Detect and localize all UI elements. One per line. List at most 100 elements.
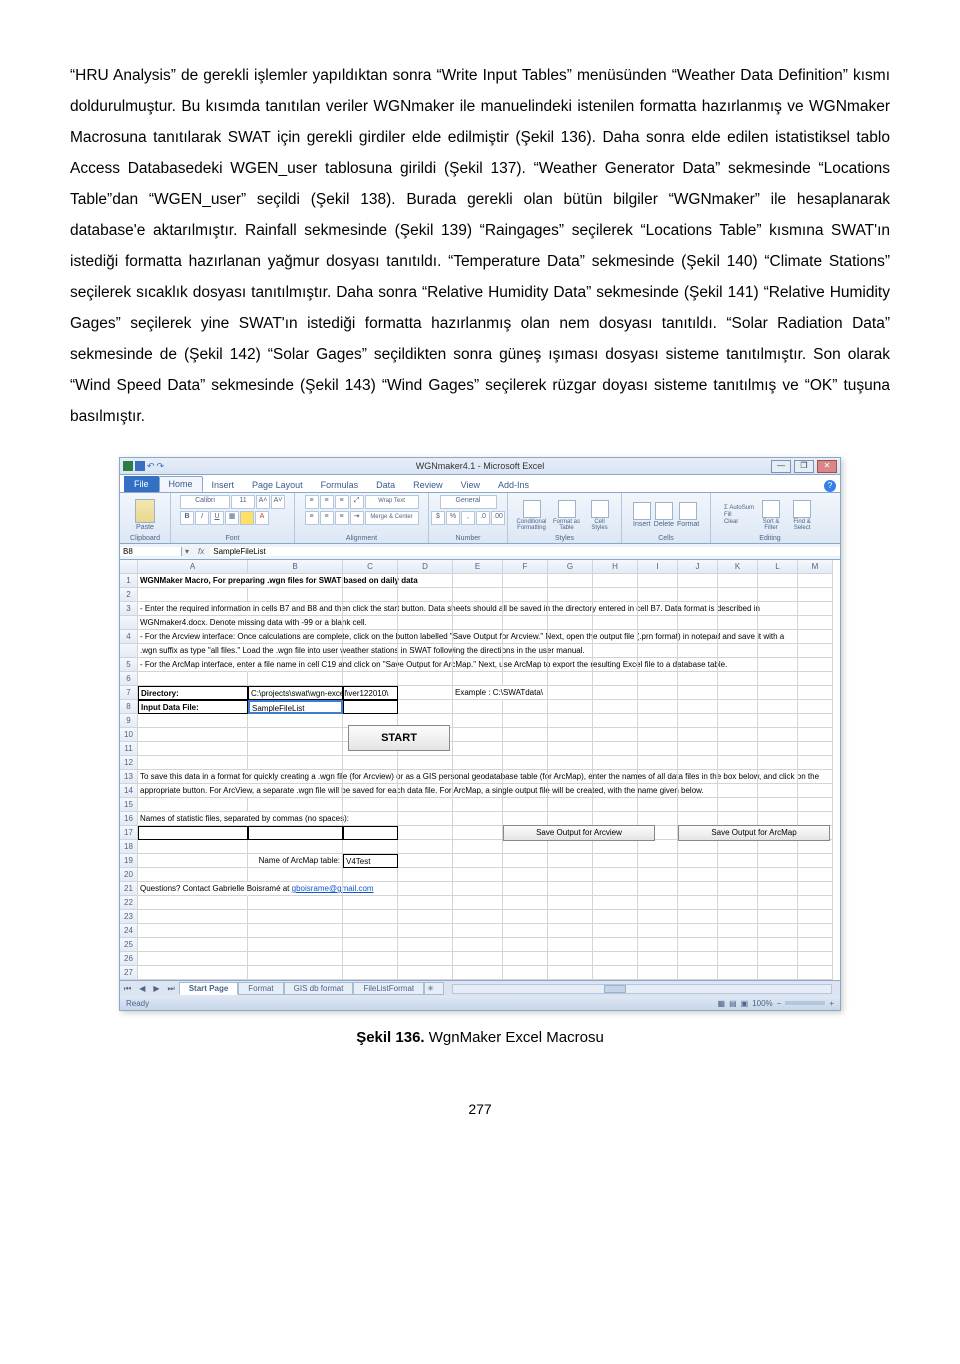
wrap-text-button[interactable]: Wrap Text	[365, 495, 419, 509]
align-right-icon[interactable]: ≡	[335, 511, 349, 525]
fx-icon[interactable]: fx	[192, 547, 210, 556]
col-header[interactable]: G	[548, 560, 593, 574]
sheet-nav-next-icon[interactable]: ▶	[149, 984, 163, 993]
sheet-tab-gis[interactable]: GIS db format	[284, 982, 354, 995]
row-header[interactable]: 7	[120, 686, 138, 700]
cell[interactable]: Names of statistic files, separated by c…	[138, 812, 248, 826]
cell[interactable]: - Enter the required information in cell…	[138, 602, 248, 616]
sheet-tab-format[interactable]: Format	[238, 982, 283, 995]
view-break-icon[interactable]: ▣	[741, 999, 749, 1008]
row-header[interactable]: 4	[120, 630, 138, 644]
indent-icon[interactable]: ⇥	[350, 511, 364, 525]
percent-icon[interactable]: %	[446, 511, 460, 525]
row-header[interactable]: 21	[120, 882, 138, 896]
cell[interactable]: - For the ArcMap interface, enter a file…	[138, 658, 248, 672]
dec-decimal-icon[interactable]: .00	[491, 511, 505, 525]
cell-contact[interactable]: Questions? Contact Gabrielle Boisramé at…	[138, 882, 248, 896]
tab-home[interactable]: Home	[159, 476, 203, 492]
minimize-button[interactable]: —	[771, 460, 791, 473]
cell-styles-icon[interactable]	[591, 500, 609, 518]
decrease-font-icon[interactable]: A˅	[271, 495, 285, 509]
merge-center-button[interactable]: Merge & Center	[365, 511, 419, 525]
row-header[interactable]: 17	[120, 826, 138, 840]
tab-file[interactable]: File	[124, 476, 159, 492]
col-header[interactable]: K	[718, 560, 758, 574]
font-color-icon[interactable]: A	[255, 511, 269, 525]
cell-input-file-label[interactable]: Input Data File:	[138, 700, 248, 714]
select-all-corner[interactable]	[120, 560, 138, 574]
sheet-nav-first-icon[interactable]: ⏮	[120, 984, 135, 994]
orientation-icon[interactable]: ⤢	[350, 495, 364, 509]
col-header[interactable]: C	[343, 560, 398, 574]
zoom-slider[interactable]	[785, 1001, 825, 1005]
cell[interactable]: To save this data in a format for quickl…	[138, 770, 248, 784]
name-dropdown-icon[interactable]: ▾	[182, 547, 192, 556]
align-top-icon[interactable]: ≡	[305, 495, 319, 509]
align-mid-icon[interactable]: ≡	[320, 495, 334, 509]
row-header[interactable]: 24	[120, 924, 138, 938]
tab-formulas[interactable]: Formulas	[312, 478, 368, 492]
row-header[interactable]: 9	[120, 714, 138, 728]
cell-arcmap-value[interactable]: V4Test	[343, 854, 398, 868]
currency-icon[interactable]: $	[431, 511, 445, 525]
delete-cells-icon[interactable]	[655, 502, 673, 520]
tab-addins[interactable]: Add-Ins	[489, 478, 538, 492]
row-header[interactable]	[120, 616, 138, 630]
tab-insert[interactable]: Insert	[203, 478, 244, 492]
tab-view[interactable]: View	[452, 478, 489, 492]
zoom-out-icon[interactable]: −	[777, 999, 782, 1008]
col-header[interactable]: A	[138, 560, 248, 574]
cell[interactable]: WGNmaker4.docx. Denote missing data with…	[138, 616, 248, 630]
col-header[interactable]: B	[248, 560, 343, 574]
save-icon[interactable]	[135, 461, 145, 471]
row-header[interactable]: 11	[120, 742, 138, 756]
view-layout-icon[interactable]: ▤	[729, 999, 737, 1008]
border-icon[interactable]: ▦	[225, 511, 239, 525]
cell-input-file-value[interactable]: SampleFileList	[248, 700, 343, 714]
cell[interactable]: - For the Arcview interface: Once calcul…	[138, 630, 248, 644]
cell-directory-label[interactable]: Directory:	[138, 686, 248, 700]
col-header[interactable]: D	[398, 560, 453, 574]
cell[interactable]: .wgn suffix as type "all files." Load th…	[138, 644, 248, 658]
sort-filter-icon[interactable]	[762, 500, 780, 518]
cell[interactable]: appropriate button. For ArcView, a separ…	[138, 784, 248, 798]
sheet-nav-prev-icon[interactable]: ◀	[135, 984, 149, 993]
row-header[interactable]: 19	[120, 854, 138, 868]
row-header[interactable]: 22	[120, 896, 138, 910]
close-button[interactable]: ✕	[817, 460, 837, 473]
tab-review[interactable]: Review	[404, 478, 452, 492]
format-cells-icon[interactable]	[679, 502, 697, 520]
fill-button[interactable]: Fill	[724, 512, 754, 518]
row-header[interactable]: 3	[120, 602, 138, 616]
align-left-icon[interactable]: ≡	[305, 511, 319, 525]
row-header[interactable]: 27	[120, 966, 138, 980]
increase-font-icon[interactable]: A˄	[256, 495, 270, 509]
inc-decimal-icon[interactable]: .0	[476, 511, 490, 525]
sheet-tab-filelist[interactable]: FileListFormat	[353, 982, 424, 995]
help-icon[interactable]: ?	[824, 480, 836, 492]
underline-button[interactable]: U	[210, 511, 224, 525]
conditional-formatting-icon[interactable]	[523, 500, 541, 518]
col-header[interactable]: M	[798, 560, 833, 574]
row-header[interactable]: 12	[120, 756, 138, 770]
row-header[interactable]: 14	[120, 784, 138, 798]
zoom-level[interactable]: 100%	[752, 999, 772, 1008]
format-table-icon[interactable]	[558, 500, 576, 518]
cell-example[interactable]: Example : C:\SWATdata\	[453, 686, 503, 700]
row-header[interactable]: 23	[120, 910, 138, 924]
horizontal-scrollbar[interactable]	[452, 984, 832, 994]
row-header[interactable]: 18	[120, 840, 138, 854]
row-header[interactable]: 1	[120, 574, 138, 588]
tab-page-layout[interactable]: Page Layout	[243, 478, 312, 492]
autosum-button[interactable]: Σ AutoSum	[724, 505, 754, 511]
row-header[interactable]: 25	[120, 938, 138, 952]
cell-arcmap-label[interactable]: Name of ArcMap table:	[248, 854, 343, 868]
col-header[interactable]: I	[638, 560, 678, 574]
clear-button[interactable]: Clear	[724, 519, 754, 525]
cell-directory-value[interactable]: C:\projects\swat\wgn-excel\ver122010\	[248, 686, 343, 700]
comma-icon[interactable]: ,	[461, 511, 475, 525]
insert-cells-icon[interactable]	[633, 502, 651, 520]
font-size[interactable]: 11	[231, 495, 255, 509]
align-center-icon[interactable]: ≡	[320, 511, 334, 525]
row-header[interactable]: 5	[120, 658, 138, 672]
